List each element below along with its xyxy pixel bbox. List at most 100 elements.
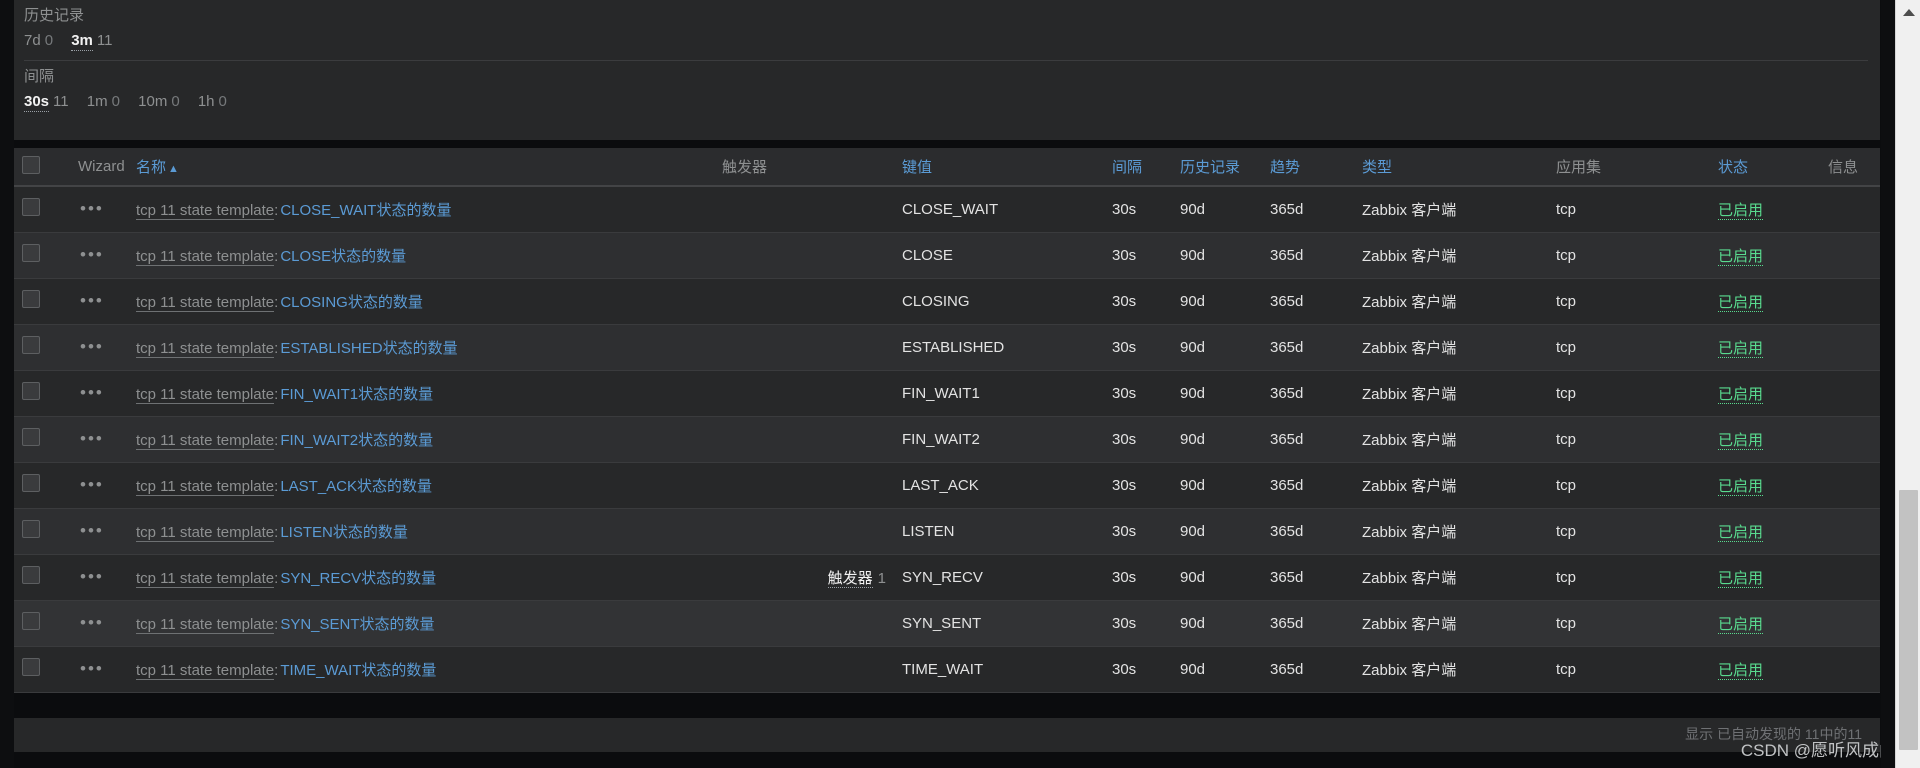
filter-option-1h[interactable]: 1h 0 — [198, 93, 227, 110]
row-checkbox[interactable] — [22, 382, 40, 400]
table-row[interactable]: ••• tcp 11 state template: CLOSING状态的数量 CLO… — [14, 278, 1880, 325]
filter-option-1m-key[interactable]: 1m — [87, 93, 108, 111]
triggers-link[interactable]: 触发器 — [827, 569, 873, 588]
scroll-up-arrow-icon[interactable] — [1896, 0, 1920, 22]
row-checkbox[interactable] — [22, 428, 40, 446]
row-menu-cell[interactable]: ••• — [56, 232, 128, 279]
row-menu-cell[interactable]: ••• — [56, 462, 128, 509]
item-link[interactable]: FIN_WAIT1状态的数量 — [280, 386, 433, 403]
table-row[interactable]: ••• tcp 11 state template: LISTEN状态的数量 LIST… — [14, 508, 1880, 555]
row-select-cell[interactable] — [14, 462, 56, 509]
status-badge[interactable]: 已启用 — [1718, 661, 1764, 680]
row-context-menu-icon[interactable]: ••• — [80, 199, 104, 218]
template-link[interactable]: tcp 11 state template — [136, 477, 275, 496]
row-checkbox[interactable] — [22, 198, 40, 217]
row-checkbox[interactable] — [22, 612, 40, 630]
header-key[interactable]: 键值 — [894, 148, 1104, 187]
header-interval[interactable]: 间隔 — [1104, 148, 1172, 187]
table-row[interactable]: ••• tcp 11 state template: TIME_WAIT状态的数量 T… — [14, 646, 1880, 693]
select-all-checkbox[interactable] — [22, 155, 40, 174]
row-checkbox[interactable] — [22, 336, 40, 354]
row-select-cell[interactable] — [14, 416, 56, 463]
table-row[interactable]: ••• tcp 11 state template: FIN_WAIT1状态的数量 F… — [14, 370, 1880, 417]
row-checkbox[interactable] — [22, 658, 40, 676]
status-badge[interactable]: 已启用 — [1718, 247, 1764, 266]
row-menu-cell[interactable]: ••• — [56, 600, 128, 647]
status-badge[interactable]: 已启用 — [1718, 569, 1764, 588]
template-link[interactable]: tcp 11 state template — [136, 615, 275, 634]
row-checkbox[interactable] — [22, 520, 40, 538]
table-row[interactable]: ••• tcp 11 state template: CLOSE_WAIT状态的数量… — [14, 186, 1880, 233]
status-badge[interactable]: 已启用 — [1718, 339, 1764, 358]
item-link[interactable]: CLOSE状态的数量 — [280, 248, 406, 265]
item-link[interactable]: FIN_WAIT2状态的数量 — [280, 432, 433, 449]
header-select-all[interactable] — [14, 148, 56, 187]
status-badge[interactable]: 已启用 — [1718, 523, 1764, 542]
row-checkbox[interactable] — [22, 566, 40, 584]
row-menu-cell[interactable]: ••• — [56, 646, 128, 693]
table-row[interactable]: ••• tcp 11 state template: LAST_ACK状态的数量 LA… — [14, 462, 1880, 509]
row-select-cell[interactable] — [14, 508, 56, 555]
filter-option-3m[interactable]: 3m 11 — [71, 32, 112, 51]
status-badge[interactable]: 已启用 — [1718, 431, 1764, 450]
filter-option-7d-key[interactable]: 7d — [24, 32, 41, 50]
status-badge[interactable]: 已启用 — [1718, 615, 1764, 634]
row-select-cell[interactable] — [14, 646, 56, 693]
table-row[interactable]: ••• tcp 11 state template: FIN_WAIT2状态的数量 F… — [14, 416, 1880, 463]
row-context-menu-icon[interactable]: ••• — [80, 659, 104, 678]
item-link[interactable]: CLOSING状态的数量 — [280, 294, 423, 311]
row-context-menu-icon[interactable]: ••• — [80, 291, 104, 310]
row-menu-cell[interactable]: ••• — [56, 508, 128, 555]
scrollbar-thumb[interactable] — [1899, 490, 1918, 750]
template-link[interactable]: tcp 11 state template — [136, 247, 275, 266]
filter-option-10m[interactable]: 10m 0 — [138, 93, 184, 110]
template-link[interactable]: tcp 11 state template — [136, 431, 275, 450]
row-context-menu-icon[interactable]: ••• — [80, 567, 104, 586]
table-row[interactable]: ••• tcp 11 state template: SYN_SENT状态的数量 SY… — [14, 600, 1880, 647]
row-select-cell[interactable] — [14, 554, 56, 601]
filter-option-1m[interactable]: 1m 0 — [87, 93, 124, 110]
header-name[interactable]: 名称 ▲ — [128, 148, 714, 187]
status-badge[interactable]: 已启用 — [1718, 293, 1764, 312]
row-menu-cell[interactable]: ••• — [56, 370, 128, 417]
header-status[interactable]: 状态 — [1710, 148, 1820, 187]
row-menu-cell[interactable]: ••• — [56, 554, 128, 601]
status-badge[interactable]: 已启用 — [1718, 385, 1764, 404]
template-link[interactable]: tcp 11 state template — [136, 385, 275, 404]
row-menu-cell[interactable]: ••• — [56, 324, 128, 371]
template-link[interactable]: tcp 11 state template — [136, 293, 275, 312]
status-badge[interactable]: 已启用 — [1718, 201, 1764, 220]
header-name-label[interactable]: 名称 — [136, 159, 166, 176]
header-history[interactable]: 历史记录 — [1172, 148, 1262, 187]
row-select-cell[interactable] — [14, 600, 56, 647]
header-trends[interactable]: 趋势 — [1262, 148, 1354, 187]
status-badge[interactable]: 已启用 — [1718, 477, 1764, 496]
row-menu-cell[interactable]: ••• — [56, 186, 128, 233]
filter-option-30s-key[interactable]: 30s — [24, 93, 50, 112]
template-link[interactable]: tcp 11 state template — [136, 569, 275, 588]
filter-option-7d[interactable]: 7d 0 — [24, 32, 57, 49]
header-type[interactable]: 类型 — [1354, 148, 1548, 187]
row-context-menu-icon[interactable]: ••• — [80, 429, 104, 448]
vertical-scrollbar[interactable] — [1895, 0, 1920, 768]
template-link[interactable]: tcp 11 state template — [136, 523, 275, 542]
filter-option-30s[interactable]: 30s 11 — [24, 93, 73, 112]
item-link[interactable]: SYN_SENT状态的数量 — [280, 616, 434, 633]
row-checkbox[interactable] — [22, 474, 40, 492]
row-menu-cell[interactable]: ••• — [56, 278, 128, 325]
item-link[interactable]: TIME_WAIT状态的数量 — [280, 662, 436, 679]
row-select-cell[interactable] — [14, 186, 56, 233]
filter-option-10m-key[interactable]: 10m — [138, 93, 167, 111]
template-link[interactable]: tcp 11 state template — [136, 339, 275, 358]
item-link[interactable]: SYN_RECV状态的数量 — [280, 570, 436, 587]
table-row[interactable]: ••• tcp 11 state template: ESTABLISHED状态的数… — [14, 324, 1880, 371]
item-link[interactable]: CLOSE_WAIT状态的数量 — [280, 202, 451, 219]
item-link[interactable]: LAST_ACK状态的数量 — [280, 478, 432, 495]
row-context-menu-icon[interactable]: ••• — [80, 245, 104, 264]
row-context-menu-icon[interactable]: ••• — [80, 475, 104, 494]
table-row[interactable]: ••• tcp 11 state template: CLOSE状态的数量 CLOSE… — [14, 232, 1880, 279]
row-select-cell[interactable] — [14, 370, 56, 417]
row-context-menu-icon[interactable]: ••• — [80, 383, 104, 402]
template-link[interactable]: tcp 11 state template — [136, 201, 275, 220]
row-menu-cell[interactable]: ••• — [56, 416, 128, 463]
